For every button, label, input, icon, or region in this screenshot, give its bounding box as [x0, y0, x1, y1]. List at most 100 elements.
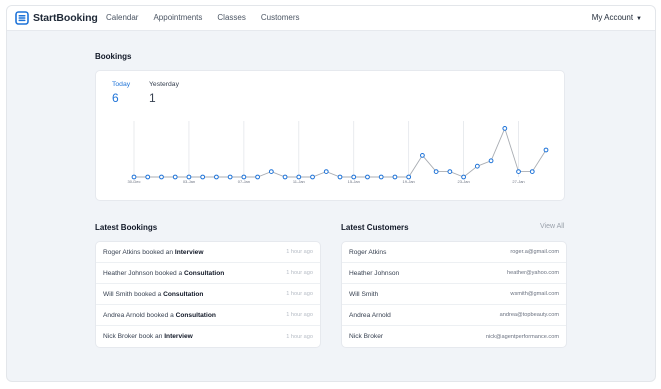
- customer-name: Roger Atkins: [349, 248, 387, 256]
- chart-point: [186, 174, 192, 180]
- chart-point: [516, 169, 521, 174]
- booking-customer: Andrea Arnold booked a: [103, 311, 176, 319]
- chart-point: [392, 174, 398, 180]
- chart-point: [241, 174, 247, 180]
- chart-point: [378, 174, 384, 180]
- nav-customers[interactable]: Customers: [261, 13, 300, 22]
- chart-tick-label: 11-Jan: [293, 179, 305, 184]
- latest-customers-card: Roger Atkins roger.a@gmail.com Heather J…: [341, 241, 567, 348]
- customer-email: heather@yahoo.com: [506, 270, 559, 276]
- chart-point: [406, 174, 412, 180]
- customer-row[interactable]: Andrea Arnold andrea@topbeauty.com: [342, 305, 566, 326]
- chart-point: [227, 174, 233, 180]
- chart-point: [502, 126, 508, 131]
- chart-point: [214, 174, 219, 180]
- booking-text: Roger Atkins booked an Interview: [103, 249, 203, 256]
- nav-appointments[interactable]: Appointments: [153, 13, 202, 22]
- main-menu: Calendar Appointments Classes Customers: [106, 13, 315, 22]
- chart-point: [145, 174, 151, 180]
- chart-point: [337, 174, 343, 180]
- booking-customer: Will Smith booked a: [103, 290, 164, 298]
- chart-point: [488, 158, 494, 164]
- booking-service: Interview: [174, 248, 204, 256]
- chart-tick-label: 07-Jan: [238, 179, 250, 184]
- chart-point: [474, 163, 480, 169]
- nav-calendar[interactable]: Calendar: [106, 13, 138, 22]
- bookings-card: Today 6 Yesterday 1 30-Dec 03-Jan 07-Jan 11…: [95, 70, 565, 201]
- booking-service: Consultation: [163, 290, 204, 298]
- booking-text: Heather Johnson booked a Consultation: [103, 270, 224, 277]
- chart-point: [255, 174, 261, 180]
- customer-row[interactable]: Nick Broker nick@agentperformance.com: [342, 326, 566, 347]
- customer-row[interactable]: Will Smith wsmith@gmail.com: [342, 284, 566, 305]
- chart-tick-label: 27-Jan: [512, 179, 524, 184]
- customer-email: wsmith@gmail.com: [510, 291, 559, 297]
- chart-tick-label: 03-Jan: [183, 179, 195, 184]
- chart-tick-label: 15-Jan: [348, 179, 360, 184]
- booking-text: Andrea Arnold booked a Consultation: [103, 312, 216, 319]
- chart-point: [268, 169, 274, 174]
- chart-point: [543, 147, 549, 153]
- chart-point: [159, 174, 164, 180]
- booking-time: 1 hour ago: [286, 249, 313, 255]
- booking-customer: Roger Atkins booked an: [103, 248, 175, 256]
- chart-point: [365, 174, 370, 180]
- booking-row[interactable]: Andrea Arnold booked a Consultation 1 ho…: [96, 305, 320, 326]
- startbooking-logo-icon: [15, 11, 29, 25]
- customer-name: Nick Broker: [349, 333, 384, 340]
- chart-point: [447, 169, 453, 174]
- customer-name: Andrea Arnold: [349, 311, 391, 319]
- customer-row[interactable]: Heather Johnson heather@yahoo.com: [342, 263, 566, 284]
- booking-row[interactable]: Heather Johnson booked a Consultation 1 …: [96, 263, 320, 284]
- chart-series-line: [134, 127, 547, 178]
- booking-time: 1 hour ago: [286, 270, 313, 276]
- account-label: My Account: [591, 13, 634, 22]
- customer-email: roger.a@gmail.com: [510, 249, 559, 255]
- chart-point: [296, 174, 302, 180]
- logo[interactable]: StartBooking: [15, 11, 98, 25]
- chart-point: [200, 174, 206, 180]
- customer-email: nick@agentperformance.com: [485, 333, 559, 340]
- latest-bookings-title: Latest Bookings: [95, 223, 158, 232]
- booking-time: 1 hour ago: [286, 333, 313, 340]
- latest-customers-title: Latest Customers: [341, 223, 409, 232]
- booking-text: Nick Broker book an Interview: [103, 333, 193, 340]
- chart-point: [323, 169, 329, 174]
- booking-time: 1 hour ago: [286, 291, 313, 297]
- booking-row[interactable]: Roger Atkins booked an Interview 1 hour …: [96, 242, 320, 263]
- chart-point: [351, 174, 357, 180]
- booking-row[interactable]: Will Smith booked a Consultation 1 hour …: [96, 284, 320, 305]
- top-navbar: StartBooking Calendar Appointments Class…: [7, 6, 655, 31]
- booking-row[interactable]: Nick Broker book an Interview 1 hour ago: [96, 326, 320, 347]
- app-window: StartBooking Calendar Appointments Class…: [6, 5, 656, 382]
- bookings-title: Bookings: [95, 52, 132, 61]
- booking-time: 1 hour ago: [286, 312, 313, 318]
- chart-point: [310, 174, 315, 180]
- chart-point: [433, 169, 439, 174]
- booking-text: Will Smith booked a Consultation: [103, 291, 203, 298]
- logo-text: StartBooking: [33, 12, 98, 24]
- customer-row[interactable]: Roger Atkins roger.a@gmail.com: [342, 242, 566, 263]
- chart-point: [529, 169, 535, 174]
- customer-name: Will Smith: [349, 290, 379, 298]
- chart-tick-label: 30-Dec: [128, 179, 141, 184]
- chart-tick-label: 23-Jan: [457, 179, 469, 184]
- my-account-dropdown[interactable]: My Account ▼: [592, 13, 642, 22]
- booking-service: Interview: [164, 333, 193, 340]
- customer-email: andrea@topbeauty.com: [499, 312, 559, 318]
- chart-point: [282, 174, 288, 180]
- chart-point: [461, 174, 467, 180]
- view-all-link[interactable]: View All: [540, 223, 564, 230]
- latest-bookings-card: Roger Atkins booked an Interview 1 hour …: [95, 241, 321, 348]
- nav-classes[interactable]: Classes: [217, 13, 245, 22]
- booking-customer: Nick Broker book an: [103, 333, 165, 340]
- booking-service: Consultation: [175, 311, 216, 319]
- chart-point: [420, 153, 425, 158]
- bookings-chart: 30-Dec 03-Jan 07-Jan 11-Jan 15-Jan 19-Jan 23-J…: [128, 121, 549, 184]
- chart-tick-label: 19-Jan: [403, 179, 415, 184]
- booking-service: Consultation: [184, 269, 225, 277]
- chart-point: [172, 174, 178, 180]
- chart-point: [131, 174, 137, 180]
- booking-customer: Heather Johnson booked a: [103, 269, 185, 277]
- customer-name: Heather Johnson: [349, 269, 400, 277]
